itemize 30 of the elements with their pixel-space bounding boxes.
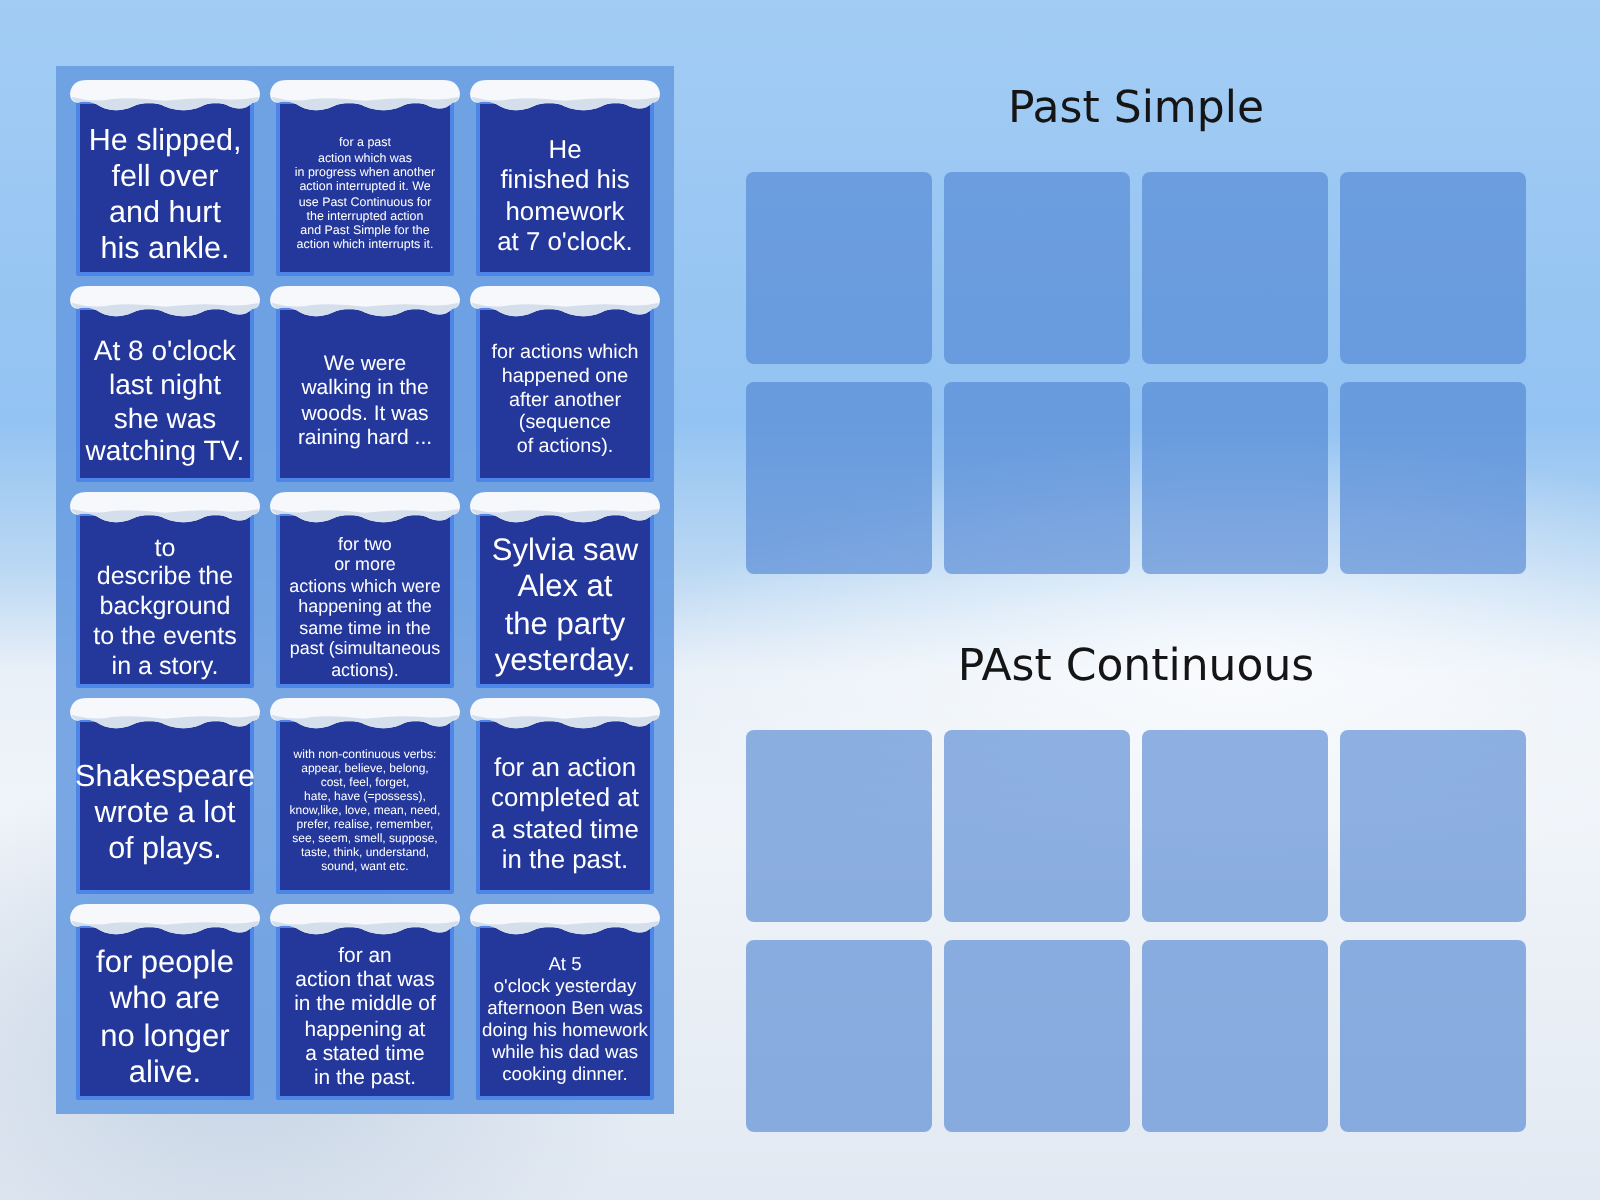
snow-cap-icon	[70, 286, 260, 320]
snow-cap-icon	[470, 904, 660, 938]
snow-cap-icon	[470, 492, 660, 526]
answer-card[interactable]: for two or more actions which were happening at the same time in the past (simultaneous actions).	[276, 512, 454, 688]
answer-card[interactable]: for people who are no longer alive.	[76, 924, 254, 1100]
answer-card[interactable]: He slipped, fell over and hurt his ankle.	[76, 100, 254, 276]
snow-cap-icon	[70, 904, 260, 938]
answer-card[interactable]: We were walking in the woods. It was raining hard ...	[276, 306, 454, 482]
answer-card[interactable]: Shakespeare wrote a lot of plays.	[76, 718, 254, 894]
answer-card[interactable]: for an action that was in the middle of happening at a stated time in the past.	[276, 924, 454, 1100]
snow-cap-icon	[270, 286, 460, 320]
snow-cap-icon	[470, 286, 660, 320]
snow-cap-icon	[270, 698, 460, 732]
snow-cap-icon	[270, 904, 460, 938]
snow-cap-icon	[270, 80, 460, 114]
answer-card[interactable]: to describe the background to the events in a story.	[76, 512, 254, 688]
answer-card[interactable]: for an action completed at a stated time in the past.	[476, 718, 654, 894]
snow-cap-icon	[70, 80, 260, 114]
group-title: Past Simple	[1008, 82, 1264, 138]
answer-card[interactable]: At 8 o'clock last night she was watching TV.	[76, 306, 254, 482]
snow-cap-icon	[270, 492, 460, 526]
answer-card[interactable]: He finished his homework at 7 o'clock.	[476, 100, 654, 276]
snow-cap-icon	[470, 80, 660, 114]
group-title: PAst Continuous	[957, 640, 1315, 696]
answer-card[interactable]: At 5 o'clock yesterday afternoon Ben was doing his homework while his dad was cooking dinner.	[476, 924, 654, 1100]
answer-card[interactable]: Sylvia saw Alex at the party yesterday.	[476, 512, 654, 688]
snow-cap-icon	[470, 698, 660, 732]
snow-cap-icon	[70, 492, 260, 526]
snow-cap-icon	[70, 698, 260, 732]
answer-card[interactable]: for actions which happened one after another (sequence of actions).	[476, 306, 654, 482]
